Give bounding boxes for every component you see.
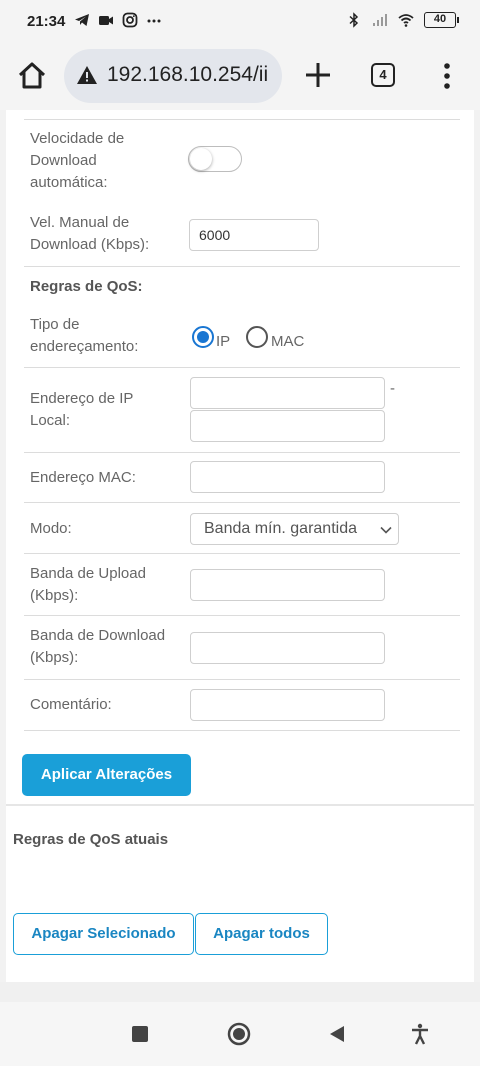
notification-icons [74, 12, 162, 28]
download-band-label: Banda de Download (Kbps): [30, 627, 166, 666]
accessibility-icon[interactable] [408, 1022, 432, 1046]
manual-download-input[interactable] [189, 219, 319, 251]
comment-label: Comentário: [30, 696, 112, 713]
kebab-menu-icon[interactable] [436, 61, 458, 91]
apply-changes-button[interactable]: Aplicar Alterações [22, 754, 191, 796]
divider [24, 502, 460, 503]
qos-settings-page: Velocidade de Download automática: Vel. … [6, 110, 474, 982]
system-icons: 40 [346, 12, 459, 28]
video-camera-icon [99, 16, 113, 25]
system-navigation-bar [0, 1002, 480, 1066]
delete-selected-button[interactable]: Apagar Selecionado [13, 913, 194, 955]
mode-label: Modo: [30, 520, 72, 537]
upload-band-label: Banda de Upload (Kbps): [30, 565, 146, 604]
more-dots-icon [147, 19, 161, 23]
radio-ip[interactable] [192, 326, 214, 348]
divider [24, 679, 460, 680]
current-qos-rules-heading: Regras de QoS atuais [13, 831, 169, 848]
divider [24, 553, 460, 554]
divider [24, 452, 460, 453]
cellular-signal-icon [373, 14, 387, 26]
home-icon[interactable] [16, 60, 48, 92]
manual-download-label: Vel. Manual de Download (Kbps): [30, 214, 150, 253]
browser-toolbar: 192.168.10.254/ii 4 [0, 44, 480, 110]
address-bar[interactable]: 192.168.10.254/ii [64, 49, 282, 103]
section-separator [6, 804, 474, 806]
divider [24, 615, 460, 616]
auto-download-label: Velocidade de Download automática: [30, 130, 125, 191]
divider [24, 266, 460, 267]
ip-range-separator: - [390, 380, 395, 397]
mac-address-input[interactable] [190, 461, 385, 493]
mac-address-label: Endereço MAC: [30, 469, 136, 486]
delete-all-button[interactable]: Apagar todos [195, 913, 328, 955]
back-icon[interactable] [325, 1022, 349, 1046]
divider [24, 730, 460, 731]
recent-apps-icon[interactable] [128, 1022, 152, 1046]
comment-input[interactable] [190, 689, 385, 721]
instagram-icon [122, 12, 138, 28]
new-tab-icon[interactable] [303, 60, 333, 90]
status-bar: 21:34 40 [0, 0, 480, 44]
addressing-type-label: Tipo de endereçamento: [30, 316, 139, 355]
download-band-input[interactable] [190, 632, 385, 664]
radio-ip-label[interactable]: IP [216, 333, 230, 350]
radio-mac-label[interactable]: MAC [271, 333, 304, 350]
upload-band-input[interactable] [190, 569, 385, 601]
chevron-down-icon[interactable] [380, 524, 392, 536]
tab-switcher-button[interactable]: 4 [371, 63, 395, 87]
telegram-icon [75, 14, 89, 26]
mode-select[interactable]: Banda mín. garantida [190, 513, 399, 545]
radio-mac[interactable] [246, 326, 268, 348]
mode-select-value[interactable]: Banda mín. garantida [204, 520, 357, 537]
home-circle-icon[interactable] [227, 1022, 251, 1046]
local-ip-end-input[interactable] [190, 410, 385, 442]
divider [24, 367, 460, 368]
clock: 21:34 [27, 13, 66, 30]
toggle-knob[interactable] [190, 148, 212, 170]
divider [24, 119, 460, 120]
battery-indicator: 40 [424, 12, 459, 28]
qos-rules-heading: Regras de QoS: [30, 278, 143, 295]
url-text[interactable]: 192.168.10.254/ii [107, 63, 268, 87]
page-bottom-edge [0, 982, 480, 1002]
local-ip-label: Endereço de IP Local: [30, 390, 134, 429]
wifi-icon [398, 14, 414, 27]
bluetooth-icon [349, 12, 359, 28]
auto-download-toggle[interactable] [188, 146, 242, 172]
local-ip-start-input[interactable] [190, 377, 385, 409]
not-secure-warning-icon[interactable] [76, 65, 98, 85]
